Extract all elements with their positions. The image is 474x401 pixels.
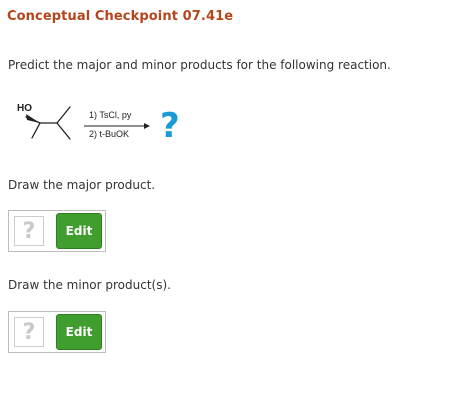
major-edit-button[interactable]: Edit xyxy=(56,213,102,249)
wedge-bond xyxy=(26,114,40,123)
major-answer-box: ? Edit xyxy=(8,210,106,252)
unknown-product-icon: ? xyxy=(160,106,180,146)
arrow-head xyxy=(144,123,150,129)
reagent-1-label: 1) TsCl, py xyxy=(89,110,132,120)
minor-answer-box: ? Edit xyxy=(8,311,106,353)
bond-methyl-down xyxy=(56,122,71,140)
minor-edit-button[interactable]: Edit xyxy=(56,314,102,350)
hydroxyl-label: HO xyxy=(17,103,32,114)
reaction-scheme: HO 1) TsCl, py 2) t-BuOK ? xyxy=(17,103,180,146)
reactant-structure xyxy=(25,106,71,140)
reagent-2-label: 2) t-BuOK xyxy=(89,129,129,139)
major-product-prompt: Draw the major product. xyxy=(8,178,156,192)
page-title: Conceptual Checkpoint 07.41e xyxy=(7,9,234,24)
question-text: Predict the major and minor products for… xyxy=(8,58,391,72)
major-placeholder-icon: ? xyxy=(14,216,44,246)
minor-placeholder-icon: ? xyxy=(14,317,44,347)
bond-methyl-up xyxy=(56,106,71,124)
minor-product-prompt: Draw the minor product(s). xyxy=(8,278,171,292)
bond-methyl-c1 xyxy=(31,122,41,139)
